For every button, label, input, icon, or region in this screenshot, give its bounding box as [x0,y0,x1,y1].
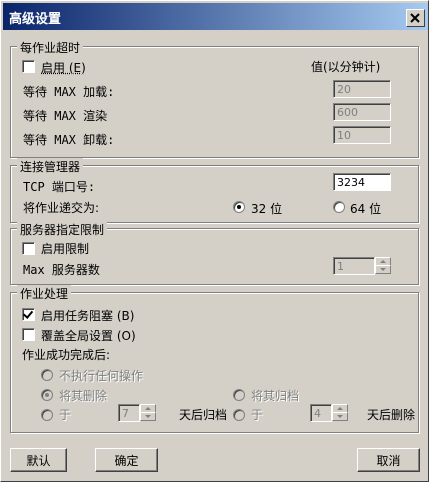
close-button[interactable] [406,9,425,27]
render-input[interactable]: 600 [333,103,391,121]
archive-days-suffix: 天后归档 [179,408,228,422]
submit-32bit-radio[interactable] [233,201,245,213]
submit-32bit-label: 32 位 [251,202,283,216]
port-input[interactable]: 3234 [333,173,391,191]
render-label: 等待 MAX 渲染 [23,109,108,123]
delete-days-spinner[interactable] [332,404,348,422]
submit-64bit-label: 64 位 [350,202,382,216]
dialog-title: 高级设置 [9,12,62,27]
archive-label: 将其归档 [251,389,300,403]
no-action-radio[interactable] [41,369,53,381]
delete-label: 将其删除 [59,389,108,403]
override-global-checkbox[interactable] [22,328,35,341]
task-block-checkbox[interactable] [22,308,35,321]
delete-radio[interactable] [41,389,53,401]
after-complete-label: 作业成功完成后: [22,348,111,362]
timeout-enable-checkbox[interactable] [22,60,35,73]
submit-64bit-radio[interactable] [333,201,345,213]
server-limit-enable-label: 启用限制 [41,242,90,256]
connection-legend: 连接管理器 [17,158,84,175]
title-bar: 高级设置 [3,3,428,30]
default-button[interactable]: 默认 [10,448,67,472]
delete-on-label: 于 [251,408,264,422]
unload-label: 等待 MAX 卸载: [23,133,115,147]
load-input[interactable]: 20 [333,80,391,98]
task-block-label: 启用任务阻塞 (B) [41,309,135,323]
archive-radio[interactable] [233,389,245,401]
ok-button[interactable]: 确定 [95,448,158,472]
max-servers-label: Max 服务器数 [23,263,100,277]
no-action-label: 不执行任何操作 [59,369,144,383]
server-limit-enable-checkbox[interactable] [22,242,35,255]
archive-on-label: 于 [59,408,72,422]
max-servers-spinner[interactable] [375,257,391,275]
unload-input[interactable]: 10 [333,126,391,144]
archive-days-spinner[interactable] [140,404,156,422]
override-global-label: 覆盖全局设置 (O) [41,329,136,343]
server-limit-legend: 服务器指定限制 [17,221,108,238]
timeout-legend: 每作业超时 [17,39,84,56]
delete-days-input[interactable]: 4 [310,404,332,422]
job-legend: 作业处理 [17,285,72,302]
delete-days-suffix: 天后删除 [367,408,416,422]
load-label: 等待 MAX 加载: [23,85,115,99]
cancel-button[interactable]: 取消 [357,448,420,472]
archive-days-input[interactable]: 7 [118,404,140,422]
archive-after-days-radio[interactable] [41,409,53,421]
value-header: 值(以分钟计) [311,60,381,74]
delete-after-days-radio[interactable] [233,409,245,421]
port-label: TCP 端口号: [23,180,96,194]
max-servers-input[interactable]: 1 [333,257,375,275]
timeout-enable-label: 启用 (E) [41,61,86,75]
close-icon [410,13,420,23]
submit-as-label: 将作业递交为: [23,201,100,215]
